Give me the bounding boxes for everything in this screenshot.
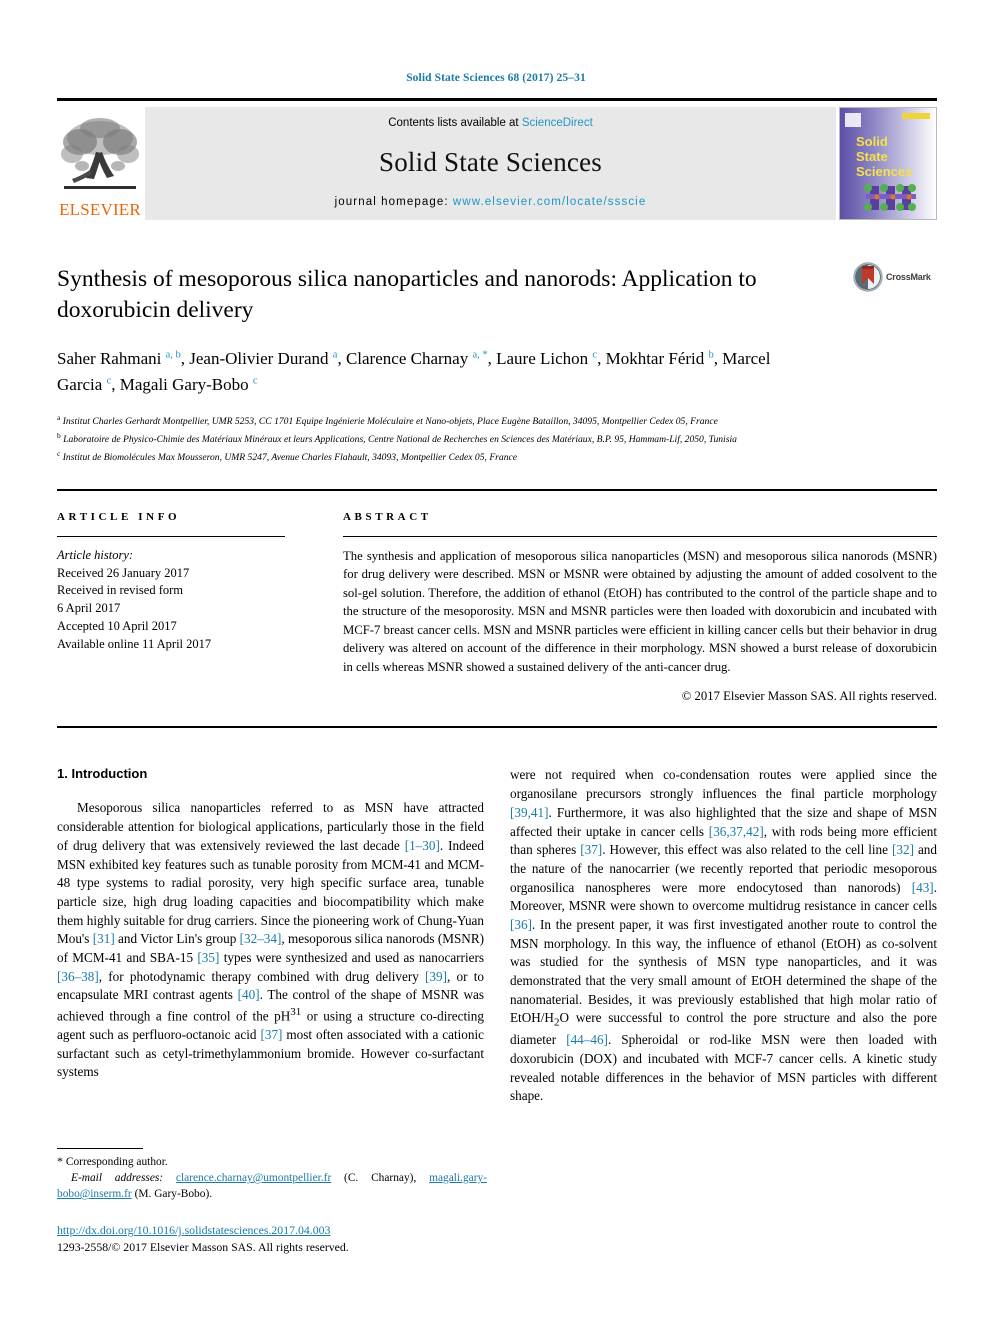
article-body: 1. Introduction Mesoporous silica nanopa…	[57, 726, 937, 1106]
article-history-item: 6 April 2017	[57, 601, 121, 616]
svg-text:Solid: Solid	[856, 134, 888, 149]
affiliation-marker: a	[57, 413, 61, 423]
article-info-heading: ARTICLE INFO	[57, 510, 181, 523]
crossmark-label: CrossMark	[886, 272, 931, 282]
affiliation-marker: b	[57, 431, 61, 441]
corresponding-author-marker: *	[57, 1154, 63, 1168]
affiliation-item: c Institut de Biomolécules Max Mousseron…	[57, 448, 518, 464]
corresponding-author-note: * Corresponding author. E-mail addresses…	[57, 1154, 487, 1200]
page-title: Synthesis of mesoporous silica nanoparti…	[57, 266, 757, 324]
section-heading-introduction: 1. Introduction	[57, 766, 148, 782]
homepage-prefix: journal homepage:	[334, 196, 453, 208]
article-history-item: Accepted 10 April 2017	[57, 618, 177, 633]
contents-lists-line: Contents lists available at ScienceDirec…	[388, 117, 593, 129]
crossmark-icon	[853, 262, 883, 292]
author-list: Saher Rahmani a, b, Jean-Olivier Durand …	[57, 348, 771, 394]
email-owner-gary-bobo: (M. Gary-Bobo).	[134, 1187, 213, 1200]
email-addresses-label: E-mail addresses:	[71, 1171, 164, 1184]
affiliation-item: a Institut Charles Gerhardt Montpellier,…	[57, 413, 718, 428]
journal-homepage-line: journal homepage: www.elsevier.com/locat…	[335, 196, 647, 208]
info-abstract-section: ARTICLE INFO Article history: Received 2…	[57, 488, 937, 705]
elsevier-logo: ELSEVIER	[57, 107, 143, 220]
affiliation-list: a Institut Charles Gerhardt Montpellier,…	[57, 412, 937, 466]
journal-masthead: ELSEVIER Contents lists available at Sci…	[57, 98, 937, 220]
elsevier-wordmark: ELSEVIER	[59, 200, 141, 219]
abstract-column: ABSTRACT The synthesis and application o…	[343, 511, 937, 705]
email-owner-charnay: (C. Charnay)	[344, 1171, 414, 1184]
doi-link[interactable]: http://dx.doi.org/10.1016/j.solidstatesc…	[57, 1222, 497, 1239]
email-link-charnay[interactable]: clarence.charnay@umontpellier.fr	[176, 1172, 331, 1184]
intro-paragraph-left: Mesoporous silica nanoparticles referred…	[57, 800, 485, 1080]
abstract-divider	[343, 535, 937, 537]
crossmark-badge[interactable]: CrossMark	[853, 260, 937, 294]
journal-title: Solid State Sciences	[379, 147, 602, 177]
svg-text:State: State	[856, 149, 888, 164]
corresponding-author-label: Corresponding author.	[65, 1156, 168, 1168]
affiliation-marker: c	[57, 448, 61, 458]
footnote-divider	[57, 1148, 143, 1149]
abstract-copyright: © 2017 Elsevier Masson SAS. All rights r…	[681, 689, 937, 704]
journal-article-page: Solid State Sciences 68 (2017) 25–31 ELS…	[0, 0, 992, 1323]
article-history-item: Received 26 January 2017	[57, 565, 190, 580]
body-column-right: were not required when co-condensation r…	[510, 766, 937, 1106]
intro-paragraph-right: were not required when co-condensation r…	[510, 767, 937, 1104]
article-info-divider	[57, 535, 285, 537]
elsevier-tree-icon	[61, 118, 139, 189]
journal-homepage-link[interactable]: www.elsevier.com/locate/ssscie	[453, 196, 646, 208]
article-history-label: Article history:	[57, 547, 134, 562]
journal-cover-thumbnail: Solid State Sciences	[839, 107, 937, 220]
contents-prefix: Contents lists available at	[388, 117, 522, 129]
doi-block: http://dx.doi.org/10.1016/j.solidstatesc…	[57, 1222, 497, 1256]
sciencedirect-link[interactable]: ScienceDirect	[522, 117, 593, 129]
article-info-column: ARTICLE INFO Article history: Received 2…	[57, 511, 343, 705]
issn-copyright-line: 1293-2558/© 2017 Elsevier Masson SAS. Al…	[57, 1240, 349, 1255]
running-head: Solid State Sciences 68 (2017) 25–31	[406, 72, 586, 84]
article-history-item: Received in revised form	[57, 583, 183, 598]
article-history-item: Available online 11 April 2017	[57, 636, 212, 651]
journal-band: Contents lists available at ScienceDirec…	[145, 107, 836, 220]
affiliation-item: b Laboratoire de Physico-Chimie des Maté…	[57, 431, 737, 446]
abstract-text: The synthesis and application of mesopor…	[343, 548, 937, 674]
title-block: Synthesis of mesoporous silica nanoparti…	[57, 262, 937, 398]
footnote-area: * Corresponding author. E-mail addresses…	[57, 1148, 487, 1203]
abstract-heading: ABSTRACT	[343, 510, 432, 523]
svg-text:Sciences: Sciences	[856, 164, 912, 179]
journal-cover-art: Solid State Sciences	[840, 108, 936, 219]
body-column-left: 1. Introduction Mesoporous silica nanopa…	[57, 766, 484, 1106]
